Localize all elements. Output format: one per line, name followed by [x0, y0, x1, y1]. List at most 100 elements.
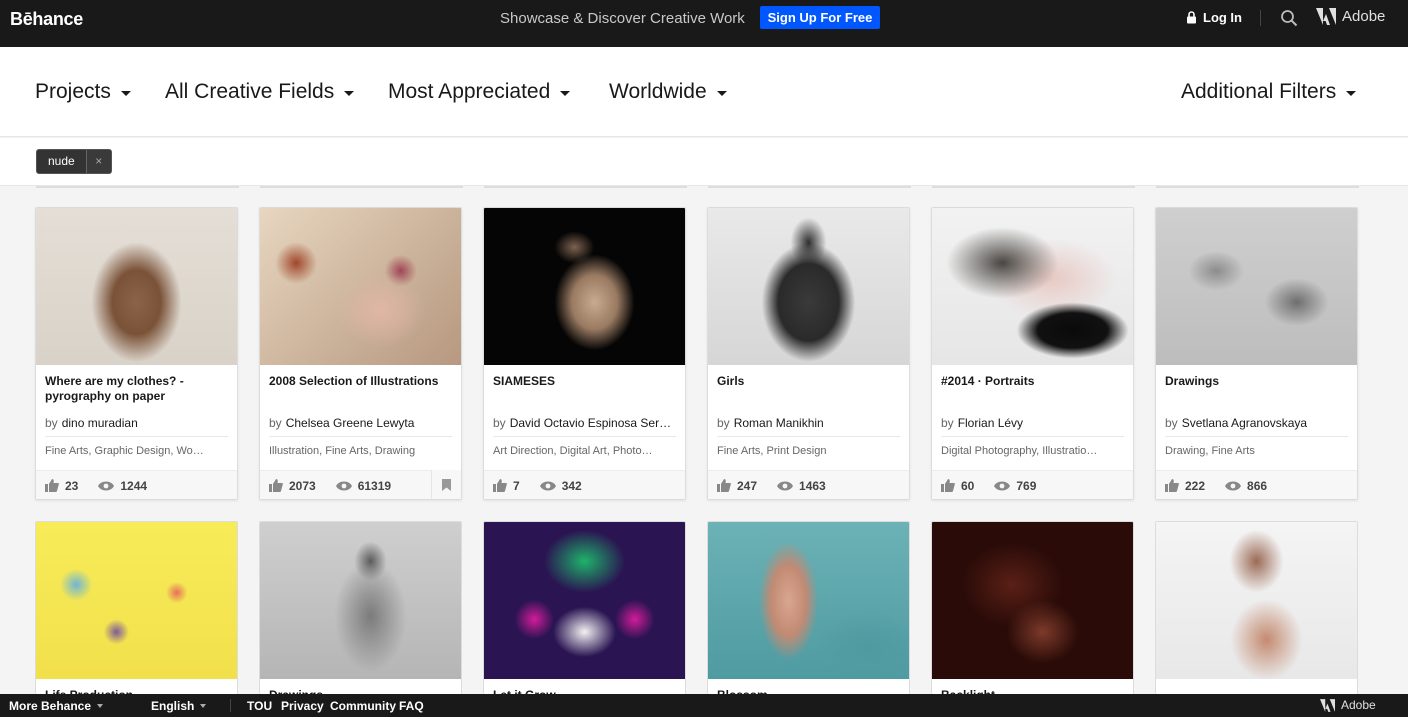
view-count: 866	[1247, 478, 1268, 493]
eye-icon	[777, 481, 794, 490]
divider	[45, 436, 228, 437]
filter-label: Worldwide	[609, 80, 707, 103]
project-thumbnail[interactable]	[484, 208, 685, 365]
filter-location-dropdown[interactable]: Worldwide	[609, 80, 727, 104]
project-card[interactable]: SIAMESES by David Octavio Espinosa Ser… A…	[483, 207, 686, 500]
log-in-label: Log In	[1203, 10, 1242, 25]
footer-bar: More Behance English TOU Privacy Communi…	[0, 694, 1408, 717]
thumbs-up-icon	[269, 479, 283, 492]
project-card[interactable]: Backlight	[931, 521, 1134, 696]
adobe-logo-icon	[1320, 698, 1335, 712]
tag-chip: nude ×	[36, 149, 112, 174]
appreciation-count: 7	[513, 478, 520, 493]
by-label: by	[269, 416, 282, 430]
project-card[interactable]: Where are my clothes? - pyrography on pa…	[35, 207, 238, 500]
card-remnant	[1156, 186, 1359, 188]
filter-sort-dropdown[interactable]: Most Appreciated	[388, 80, 571, 104]
log-in-link[interactable]: Log In	[1186, 10, 1242, 25]
owner-name[interactable]: David Octavio Espinosa Ser…	[510, 416, 671, 430]
card-remnant	[260, 186, 463, 188]
project-title[interactable]: SIAMESES	[493, 374, 676, 389]
chevron-down-icon	[560, 90, 571, 96]
chevron-down-icon	[1346, 90, 1357, 96]
sign-up-button[interactable]: Sign Up For Free	[760, 6, 880, 29]
card-remnant	[36, 186, 239, 188]
adobe-link[interactable]: Adobe	[1316, 8, 1385, 25]
divider	[941, 436, 1124, 437]
footer-link-privacy[interactable]: Privacy	[281, 699, 324, 713]
divider	[493, 436, 676, 437]
project-card[interactable]: Drawings	[259, 521, 462, 696]
project-thumbnail[interactable]	[1156, 522, 1357, 679]
project-thumbnail[interactable]	[484, 522, 685, 679]
divider	[717, 436, 900, 437]
project-thumbnail[interactable]	[708, 208, 909, 365]
project-card[interactable]: Girls by Roman Manikhin Fine Arts, Print …	[707, 207, 910, 500]
project-thumbnail[interactable]	[36, 208, 237, 365]
project-thumbnail[interactable]	[260, 208, 461, 365]
project-card[interactable]: Drawings by Svetlana Agranovskaya Drawing…	[1155, 207, 1358, 500]
appreciation-count: 222	[1185, 478, 1206, 493]
appreciation-count: 247	[737, 478, 758, 493]
behance-logo[interactable]: Bēhance	[10, 9, 83, 30]
project-card[interactable]	[1155, 521, 1358, 696]
owner-name[interactable]: dino muradian	[62, 416, 138, 430]
more-behance-menu[interactable]: More Behance	[9, 699, 104, 713]
save-project-button[interactable]	[431, 470, 461, 499]
owner-name[interactable]: Florian Lévy	[958, 416, 1023, 430]
project-thumbnail[interactable]	[36, 522, 237, 679]
thumbs-up-icon	[941, 479, 955, 492]
appreciation-count: 2073	[289, 478, 316, 493]
project-fields: Illustration, Fine Arts, Drawing	[269, 445, 416, 457]
project-thumbnail[interactable]	[260, 522, 461, 679]
footer-adobe-link[interactable]: Adobe	[1320, 698, 1376, 712]
additional-filters-dropdown[interactable]: Additional Filters	[1181, 80, 1357, 104]
footer-link-faq[interactable]: FAQ	[399, 699, 424, 713]
project-thumbnail[interactable]	[1156, 208, 1357, 365]
search-icon[interactable]	[1280, 9, 1298, 27]
owner-name[interactable]: Svetlana Agranovskaya	[1182, 416, 1307, 430]
chevron-down-icon	[200, 704, 207, 708]
project-thumbnail[interactable]	[932, 208, 1133, 365]
by-label: by	[45, 416, 58, 430]
project-stats: 247 1463	[708, 470, 909, 499]
chevron-down-icon	[120, 90, 131, 96]
project-owner: by Roman Manikhin	[717, 416, 900, 430]
filter-label: Additional Filters	[1181, 80, 1337, 103]
project-title[interactable]: Where are my clothes? - pyrography on pa…	[45, 374, 228, 404]
project-thumbnail[interactable]	[932, 522, 1133, 679]
by-label: by	[1165, 416, 1178, 430]
owner-name[interactable]: Chelsea Greene Lewyta	[286, 416, 415, 430]
project-stats: 23 1244	[36, 470, 237, 499]
footer-label: English	[151, 699, 195, 713]
view-count: 1463	[799, 478, 826, 493]
thumbs-up-icon	[493, 479, 507, 492]
project-title[interactable]: Girls	[717, 374, 900, 389]
filter-projects-dropdown[interactable]: Projects	[35, 80, 131, 104]
top-bar: Bēhance Showcase & Discover Creative Wor…	[0, 0, 1408, 47]
footer-link-tou[interactable]: TOU	[247, 699, 272, 713]
project-fields: Fine Arts, Graphic Design, Wo…	[45, 445, 204, 457]
lock-icon	[1187, 11, 1196, 24]
project-title[interactable]: 2008 Selection of Illustrations	[269, 374, 452, 389]
project-card[interactable]: #2014 · Portraits by Florian Lévy Digital…	[931, 207, 1134, 500]
project-title[interactable]: Drawings	[1165, 374, 1348, 389]
project-title[interactable]: #2014 · Portraits	[941, 374, 1124, 389]
project-stats: 7 342	[484, 470, 685, 499]
project-card[interactable]: Blossom	[707, 521, 910, 696]
view-count: 342	[561, 478, 582, 493]
filter-creative-fields-dropdown[interactable]: All Creative Fields	[165, 80, 355, 104]
project-card[interactable]: 2008 Selection of Illustrations by Chelse…	[259, 207, 462, 500]
appreciation-count: 60	[961, 478, 975, 493]
project-thumbnail[interactable]	[708, 522, 909, 679]
owner-name[interactable]: Roman Manikhin	[734, 416, 824, 430]
project-card[interactable]: Let it Grow	[483, 521, 686, 696]
eye-icon	[1225, 481, 1242, 490]
remove-tag-button[interactable]: ×	[85, 150, 111, 173]
footer-divider	[230, 699, 231, 712]
language-menu[interactable]: English	[151, 699, 207, 713]
adobe-logo-icon	[1316, 8, 1336, 25]
footer-link-community[interactable]: Community	[330, 699, 396, 713]
project-fields: Drawing, Fine Arts	[1165, 445, 1255, 457]
project-card[interactable]: Life Production	[35, 521, 238, 696]
